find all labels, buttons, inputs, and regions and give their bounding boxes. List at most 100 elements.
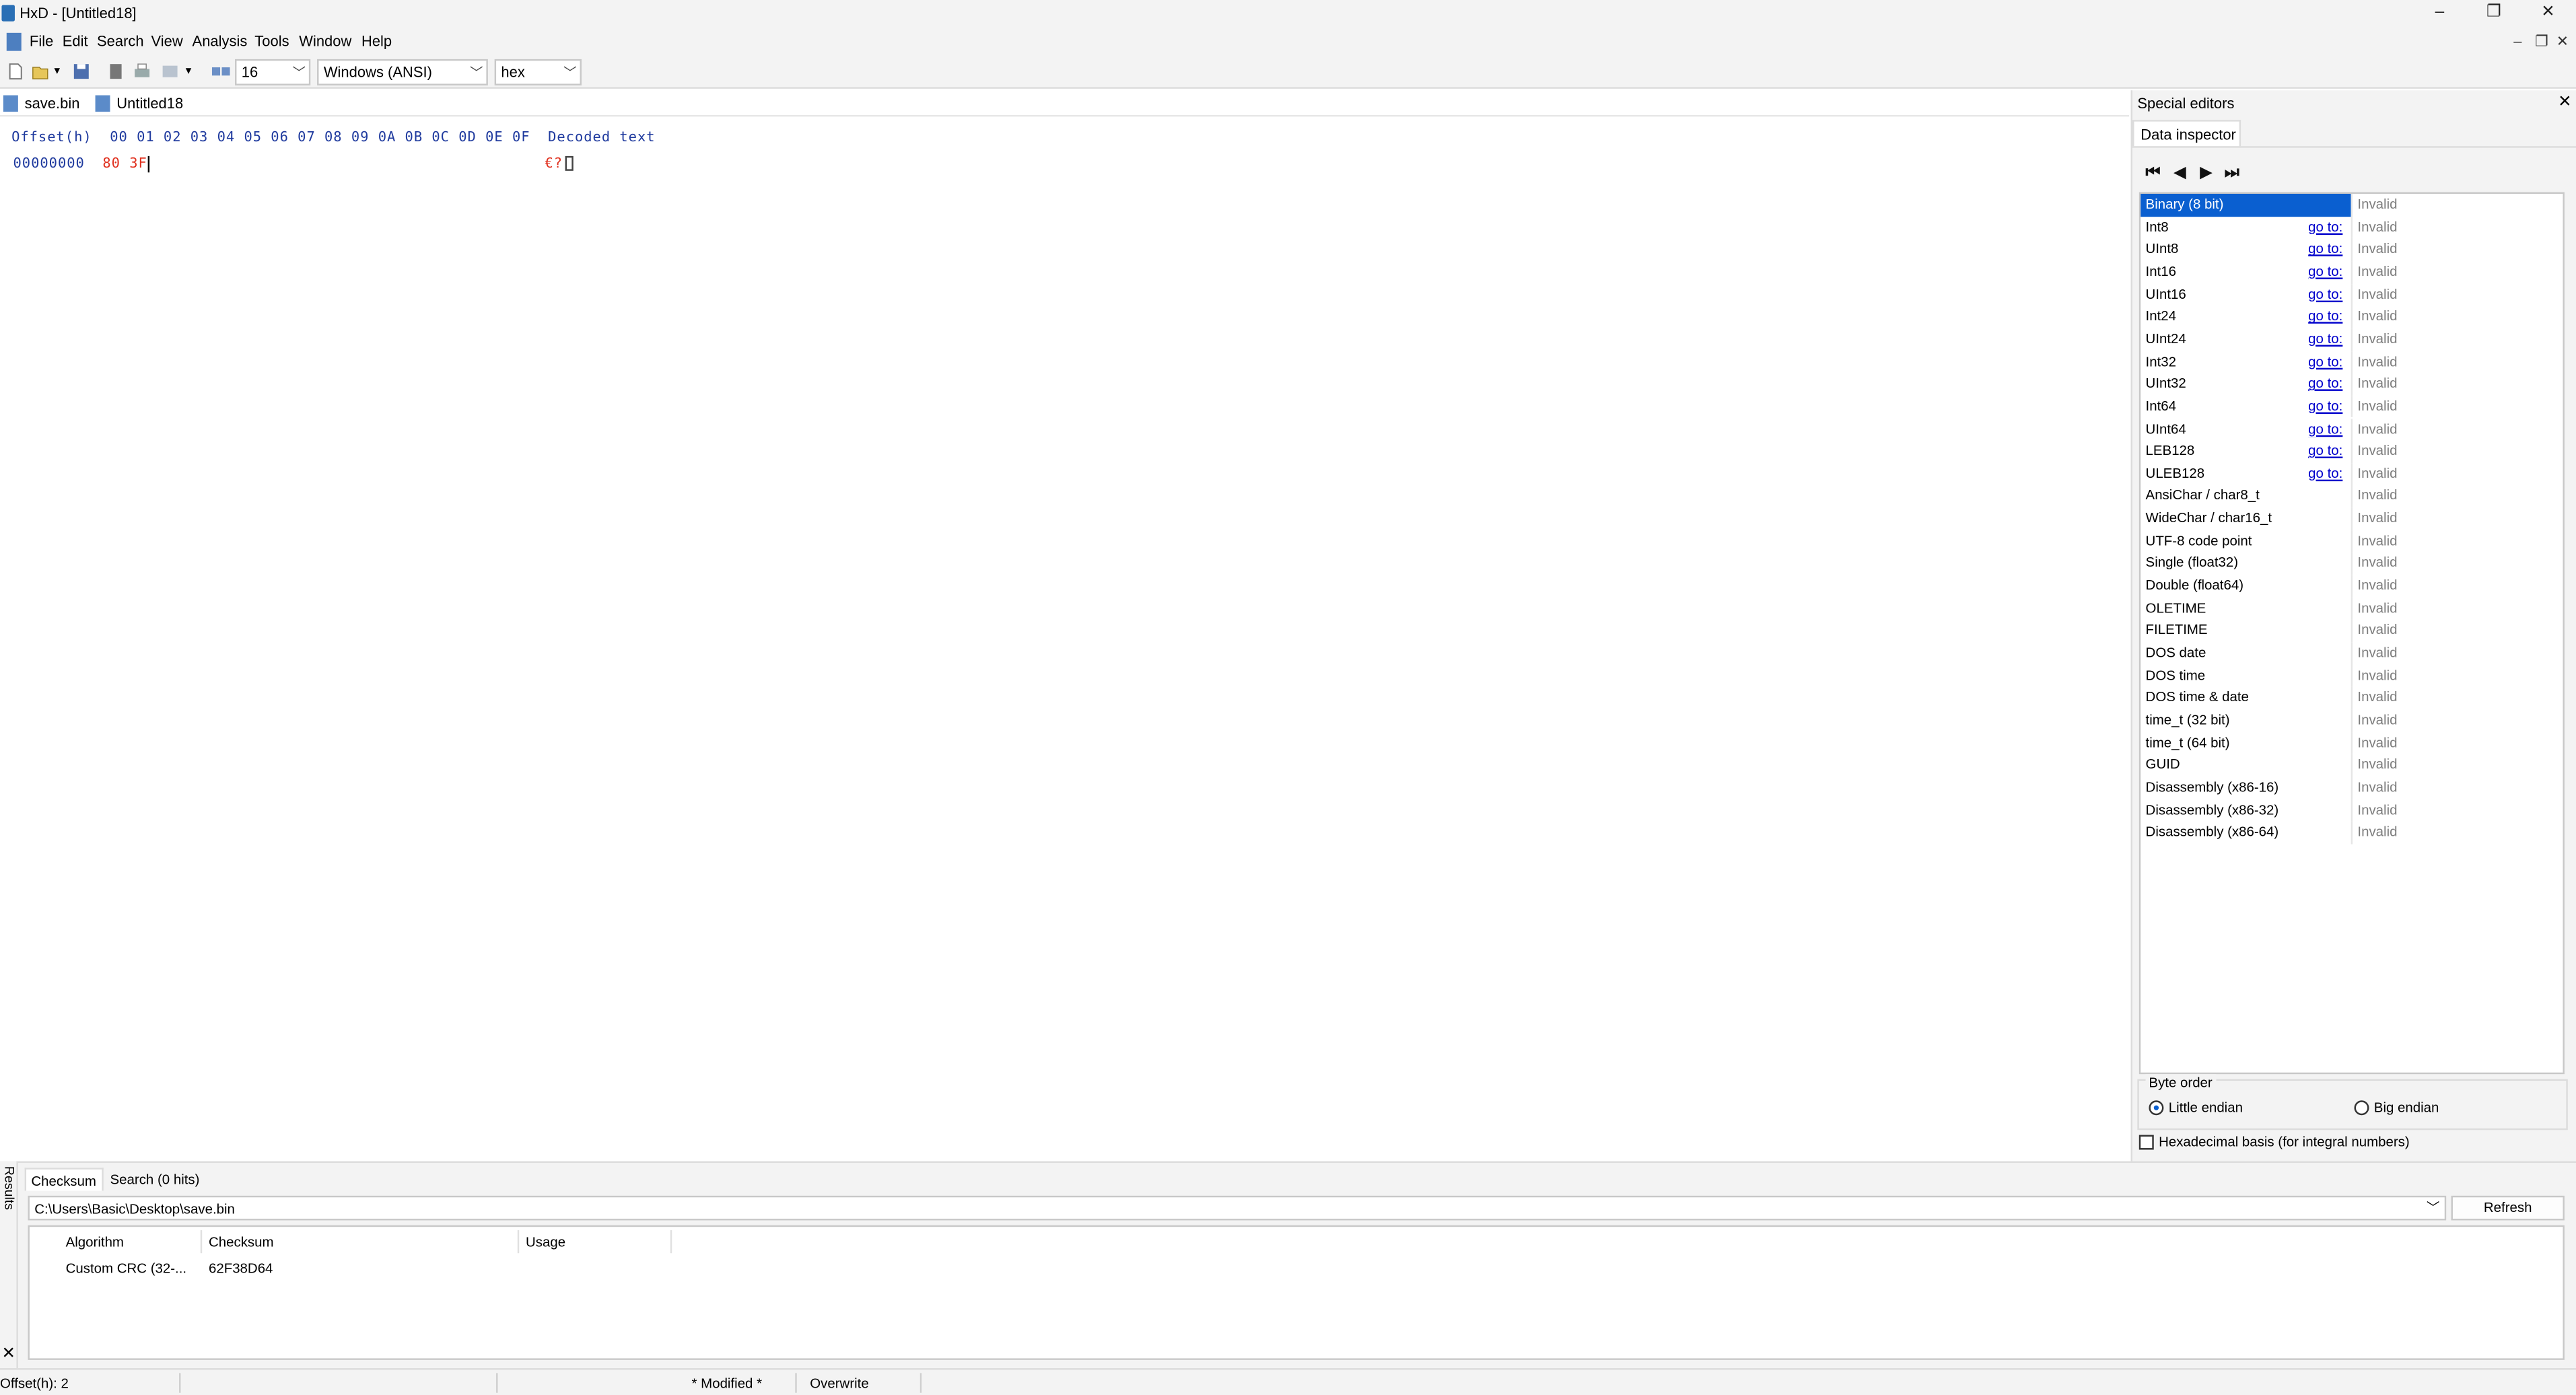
inspector-row-value[interactable]: Invalid <box>2357 240 2397 256</box>
open-folder-icon[interactable] <box>31 63 49 81</box>
mdi-restore-icon[interactable]: ❐ <box>2535 33 2548 51</box>
inspector-row[interactable]: LEB128 go to: Invalid <box>2140 440 2563 463</box>
menu-view[interactable]: View <box>151 33 183 49</box>
menu-help[interactable]: Help <box>361 33 392 49</box>
mdi-close-icon[interactable]: ✕ <box>2556 33 2569 51</box>
goto-link[interactable]: go to: <box>2308 464 2342 480</box>
status-mode[interactable]: Overwrite <box>810 1375 868 1391</box>
menu-search[interactable]: Search <box>97 33 144 49</box>
inspector-row-value[interactable]: Invalid <box>2357 375 2397 391</box>
goto-link[interactable]: go to: <box>2308 330 2342 346</box>
inspector-row-value[interactable]: Invalid <box>2357 532 2397 548</box>
properties-dropdown-icon[interactable]: ▾ <box>186 64 192 77</box>
goto-link[interactable]: go to: <box>2308 420 2342 436</box>
inspector-row[interactable]: time_t (32 bit) Invalid <box>2140 709 2563 732</box>
tab-save-bin[interactable]: save.bin <box>0 92 79 115</box>
inspector-row-value[interactable]: Invalid <box>2357 308 2397 324</box>
inspector-row-value[interactable]: Invalid <box>2357 599 2397 615</box>
column-divider[interactable] <box>670 1230 672 1254</box>
inspector-row-value[interactable]: Invalid <box>2357 823 2397 839</box>
menu-file[interactable]: File <box>30 33 53 49</box>
tab-untitled18[interactable]: Untitled18 <box>92 92 183 115</box>
offset-base-select[interactable]: hex ﹀ <box>494 59 582 85</box>
inspector-row-value[interactable]: Invalid <box>2357 711 2397 727</box>
inspector-row[interactable]: DOS date Invalid <box>2140 642 2563 665</box>
mdi-minimize-icon[interactable]: – <box>2513 33 2521 49</box>
goto-link[interactable]: go to: <box>2308 397 2342 413</box>
inspector-row-value[interactable]: Invalid <box>2357 195 2397 211</box>
inspector-row-value[interactable]: Invalid <box>2357 285 2397 301</box>
inspector-row-value[interactable]: Invalid <box>2357 577 2397 593</box>
inspector-row[interactable]: ULEB128 go to: Invalid <box>2140 462 2563 486</box>
tab-search-results[interactable]: Search (0 hits) <box>105 1168 205 1190</box>
menu-analysis[interactable]: Analysis <box>193 33 248 49</box>
panel-close-button[interactable]: ✕ <box>2558 94 2571 112</box>
refresh-button[interactable]: Refresh <box>2451 1195 2565 1221</box>
new-file-icon[interactable] <box>7 63 25 81</box>
inspector-row[interactable]: UInt16 go to: Invalid <box>2140 283 2563 306</box>
inspector-row-value[interactable]: Invalid <box>2357 756 2397 772</box>
inspector-row-value[interactable]: Invalid <box>2357 779 2397 795</box>
inspector-row[interactable]: UInt64 go to: Invalid <box>2140 418 2563 441</box>
inspector-row[interactable]: Binary (8 bit) Invalid <box>2140 194 2563 217</box>
goto-link[interactable]: go to: <box>2308 353 2342 369</box>
restore-button[interactable]: ❐ <box>2469 1 2518 24</box>
goto-link[interactable]: go to: <box>2308 240 2342 256</box>
goto-link[interactable]: go to: <box>2308 442 2342 458</box>
inspector-row[interactable]: time_t (64 bit) Invalid <box>2140 731 2563 754</box>
inspector-row-value[interactable]: Invalid <box>2357 644 2397 660</box>
inspector-row-value[interactable]: Invalid <box>2357 442 2397 458</box>
inspector-row-value[interactable]: Invalid <box>2357 621 2397 637</box>
goto-link[interactable]: go to: <box>2308 375 2342 391</box>
close-button[interactable]: ✕ <box>2523 1 2573 24</box>
column-divider[interactable] <box>517 1230 520 1254</box>
open-dropdown-icon[interactable]: ▾ <box>55 64 61 77</box>
inspector-row-value[interactable]: Invalid <box>2357 262 2397 279</box>
inspector-row[interactable]: DOS time & date Invalid <box>2140 686 2563 710</box>
document-icon[interactable] <box>6 32 22 51</box>
inspector-row-value[interactable]: Invalid <box>2357 666 2397 682</box>
cell-checksum[interactable]: 62F38D64 <box>209 1260 273 1276</box>
print-icon[interactable] <box>133 63 151 81</box>
previous-icon[interactable]: ◀ <box>2173 164 2186 182</box>
row-bytes[interactable]: 80 3F <box>102 154 147 170</box>
charset-select[interactable]: Windows (ANSI) ﹀ <box>317 59 488 85</box>
inspector-row[interactable]: FILETIME Invalid <box>2140 619 2563 643</box>
inspector-row[interactable]: Int8 go to: Invalid <box>2140 216 2563 239</box>
inspector-row-value[interactable]: Invalid <box>2357 464 2397 480</box>
inspector-row-value[interactable]: Invalid <box>2357 688 2397 705</box>
goto-link[interactable]: go to: <box>2308 218 2342 234</box>
inspector-row-value[interactable]: Invalid <box>2357 801 2397 817</box>
hex-basis-checkbox[interactable] <box>2138 1135 2154 1150</box>
tab-checksum[interactable]: Checksum <box>24 1168 103 1191</box>
inspector-row[interactable]: UInt8 go to: Invalid <box>2140 238 2563 261</box>
column-header-algorithm[interactable]: Algorithm <box>66 1233 124 1250</box>
column-header-usage[interactable]: Usage <box>526 1233 565 1250</box>
inspector-row[interactable]: WideChar / char16_t Invalid <box>2140 507 2563 530</box>
inspector-row[interactable]: UTF-8 code point Invalid <box>2140 530 2563 553</box>
inspector-row[interactable]: OLETIME Invalid <box>2140 597 2563 620</box>
inspector-row[interactable]: Single (float32) Invalid <box>2140 552 2563 575</box>
close-file-icon[interactable] <box>107 63 125 81</box>
big-endian-radio[interactable] <box>2354 1100 2369 1116</box>
tab-data-inspector[interactable]: Data inspector <box>2132 120 2241 148</box>
minimize-button[interactable]: – <box>2415 1 2464 24</box>
column-header-checksum[interactable]: Checksum <box>209 1233 274 1250</box>
first-icon[interactable]: ⏮ <box>2146 164 2161 182</box>
little-endian-label[interactable]: Little endian <box>2169 1099 2243 1115</box>
cell-algorithm[interactable]: Custom CRC (32-... <box>66 1260 186 1276</box>
goto-link[interactable]: go to: <box>2308 308 2342 324</box>
inspector-row[interactable]: DOS time Invalid <box>2140 664 2563 687</box>
inspector-row-value[interactable]: Invalid <box>2357 554 2397 570</box>
inspector-row[interactable]: Disassembly (x86-64) Invalid <box>2140 821 2563 845</box>
save-icon[interactable] <box>72 63 90 81</box>
inspector-row-value[interactable]: Invalid <box>2357 734 2397 750</box>
goto-link[interactable]: go to: <box>2308 262 2342 279</box>
inspector-row-value[interactable]: Invalid <box>2357 353 2397 369</box>
inspector-row[interactable]: AnsiChar / char8_t Invalid <box>2140 485 2563 508</box>
hex-basis-label[interactable]: Hexadecimal basis (for integral numbers) <box>2159 1133 2410 1149</box>
inspector-row[interactable]: Disassembly (x86-16) Invalid <box>2140 777 2563 799</box>
inspector-row-value[interactable]: Invalid <box>2357 330 2397 346</box>
results-close-button[interactable]: ✕ <box>1 1345 15 1363</box>
menu-window[interactable]: Window <box>299 33 351 49</box>
